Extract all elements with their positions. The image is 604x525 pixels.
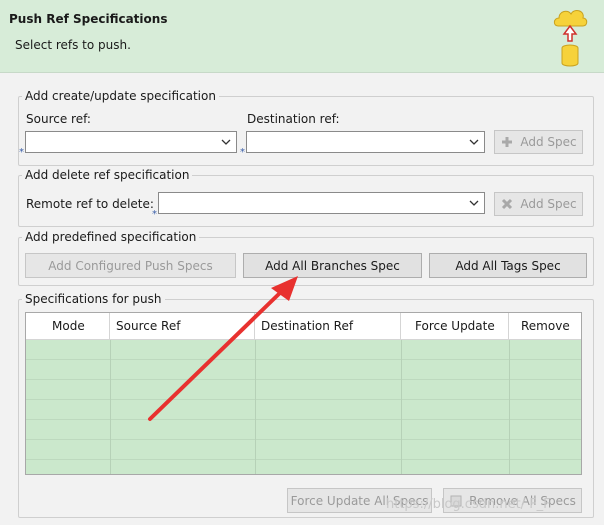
- destination-ref-combo[interactable]: [246, 131, 485, 153]
- destination-ref-label: Destination ref:: [247, 112, 340, 126]
- delete-add-spec-button[interactable]: Add Spec: [494, 192, 583, 216]
- specs-for-push-legend: Specifications for push: [25, 292, 162, 306]
- column-header-mode[interactable]: Mode: [26, 313, 110, 339]
- required-marker: *: [152, 209, 157, 220]
- column-header-remove[interactable]: Remove: [509, 313, 581, 339]
- column-header-source-ref[interactable]: Source Ref: [110, 313, 255, 339]
- predefined-legend: Add predefined specification: [25, 230, 197, 244]
- remote-ref-label: Remote ref to delete:: [26, 197, 154, 211]
- create-update-group: Add create/update specification: [18, 89, 594, 166]
- remote-ref-combo[interactable]: [158, 192, 485, 214]
- column-header-destination-ref[interactable]: Destination Ref: [255, 313, 401, 339]
- specs-table[interactable]: Mode Source Ref Destination Ref Force Up…: [25, 312, 582, 475]
- watermark: https://blog.csdn.net/ F_F: [386, 497, 551, 512]
- column-divider: [401, 340, 402, 474]
- chevron-down-icon: [221, 139, 231, 145]
- delete-ref-legend: Add delete ref specification: [25, 168, 190, 182]
- chevron-down-icon: [469, 139, 479, 145]
- add-plus-icon: [502, 137, 513, 147]
- source-ref-combo[interactable]: [25, 131, 237, 153]
- push-cloud-database-icon: [553, 10, 588, 67]
- dialog-subtitle: Select refs to push.: [15, 38, 131, 52]
- column-divider: [509, 340, 510, 474]
- column-divider: [255, 340, 256, 474]
- add-all-branches-spec-button[interactable]: Add All Branches Spec: [243, 253, 422, 278]
- dialog-header: Push Ref Specifications Select refs to p…: [0, 0, 604, 73]
- dialog-title: Push Ref Specifications: [9, 12, 168, 26]
- add-spec-label: Add Spec: [520, 135, 577, 149]
- delete-x-icon: [502, 198, 513, 210]
- column-divider: [110, 340, 111, 474]
- add-configured-push-specs-button[interactable]: Add Configured Push Specs: [25, 253, 236, 278]
- chevron-down-icon: [469, 200, 479, 206]
- source-ref-label: Source ref:: [26, 112, 91, 126]
- add-all-tags-spec-button[interactable]: Add All Tags Spec: [429, 253, 587, 278]
- table-header: Mode Source Ref Destination Ref Force Up…: [26, 313, 581, 340]
- required-marker: *: [19, 147, 24, 158]
- delete-add-spec-label: Add Spec: [520, 197, 577, 211]
- add-spec-button[interactable]: Add Spec: [494, 130, 583, 154]
- column-header-force-update[interactable]: Force Update: [401, 313, 509, 339]
- create-update-legend: Add create/update specification: [25, 89, 216, 103]
- required-marker: *: [240, 147, 245, 158]
